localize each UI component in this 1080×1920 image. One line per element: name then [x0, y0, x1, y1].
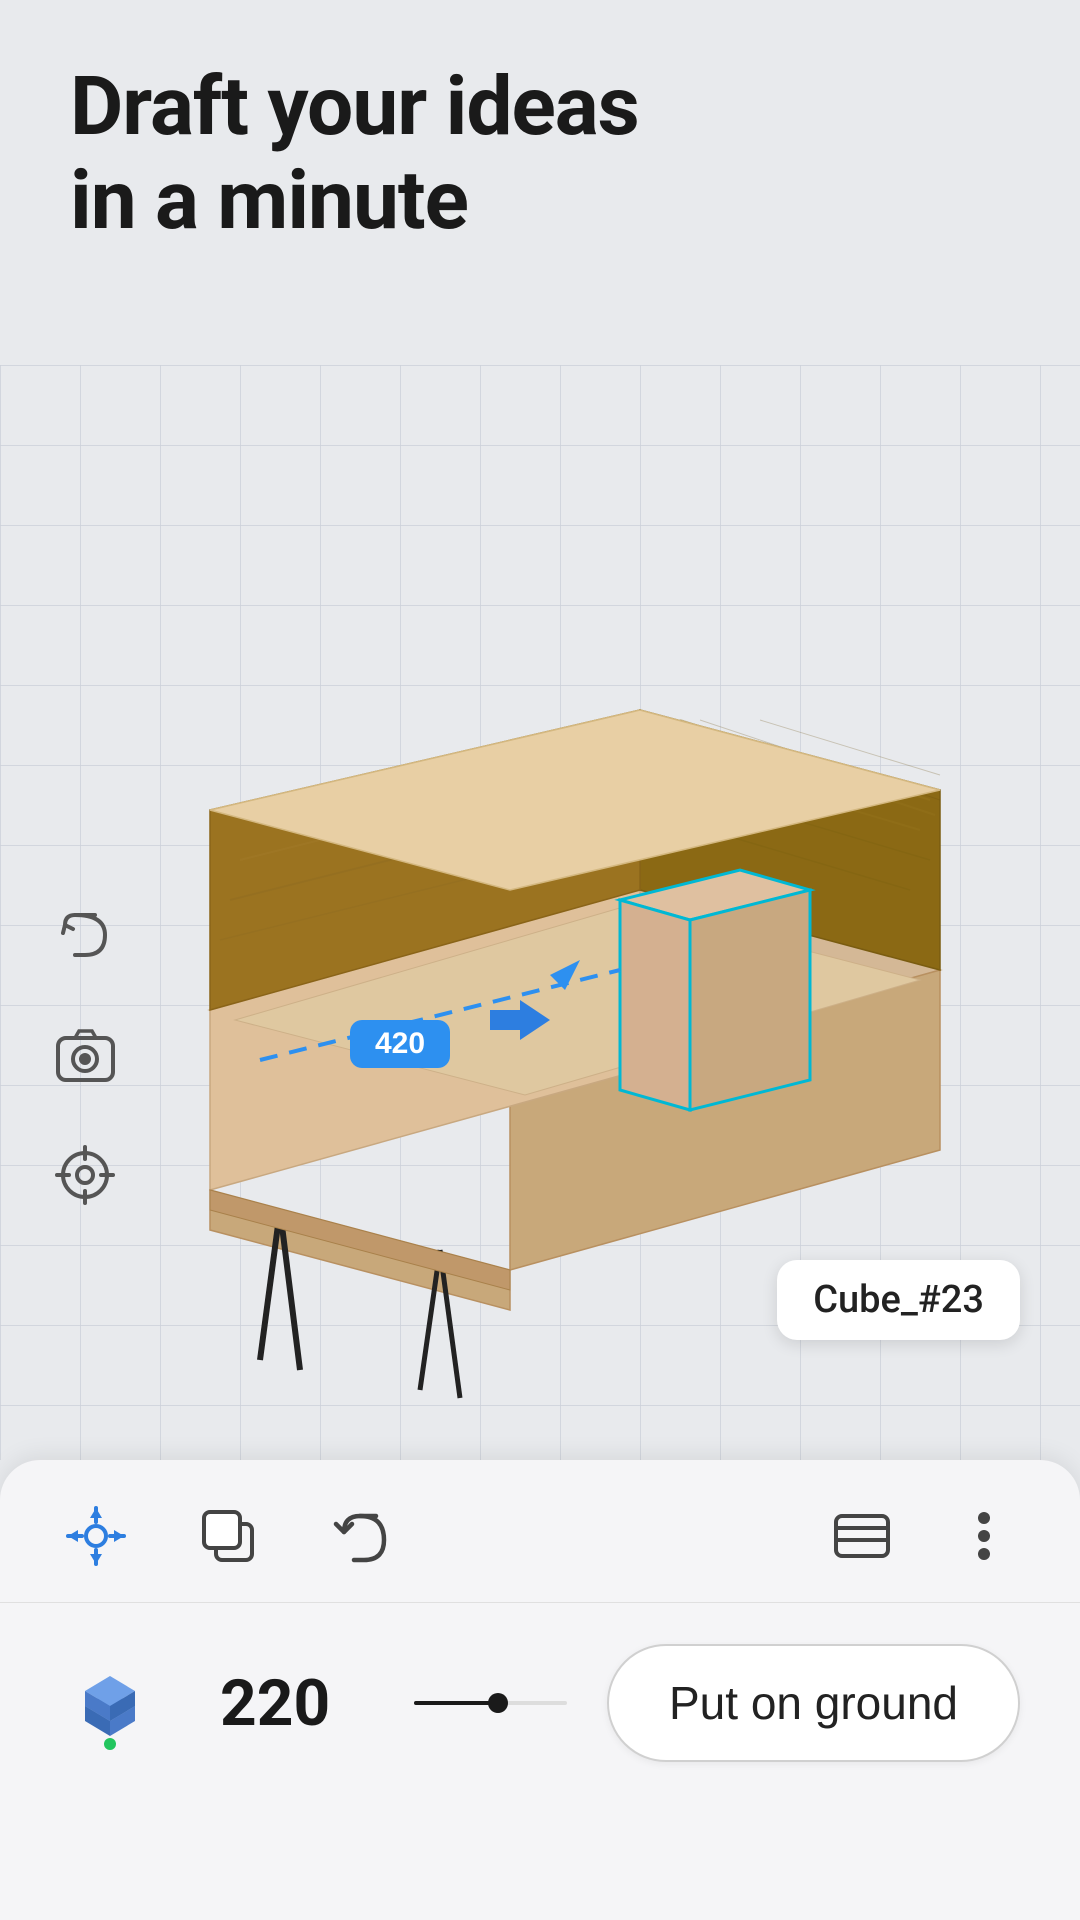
toolbar-left [60, 1500, 826, 1572]
put-on-ground-button[interactable]: Put on ground [607, 1644, 1020, 1762]
style-button[interactable] [826, 1500, 898, 1572]
more-options-button[interactable] [948, 1500, 1020, 1572]
object-icon [60, 1643, 160, 1763]
duplicate-button[interactable] [192, 1500, 264, 1572]
3d-viewport[interactable]: 420 Draft your ideas in a minute [0, 0, 1080, 1460]
left-toolbar [50, 900, 120, 1210]
app-header: Draft your ideas in a minute [70, 60, 639, 249]
ground-indicator [104, 1738, 116, 1750]
bottom-panel: 220 Put on ground [0, 1460, 1080, 1920]
undo-toolbar-button[interactable] [324, 1500, 396, 1572]
svg-text:420: 420 [375, 1027, 425, 1060]
action-row: 220 Put on ground [0, 1603, 1080, 1803]
toolbar-strip [0, 1460, 1080, 1603]
object-label: Cube_#23 [777, 1260, 1020, 1340]
height-value: 220 [220, 1666, 374, 1741]
target-button[interactable] [50, 1140, 120, 1210]
screenshot-button[interactable] [50, 1020, 120, 1090]
transform-button[interactable] [60, 1500, 132, 1572]
undo-button[interactable] [50, 900, 120, 970]
toolbar-right [826, 1500, 1020, 1572]
height-slider[interactable] [414, 1701, 568, 1705]
